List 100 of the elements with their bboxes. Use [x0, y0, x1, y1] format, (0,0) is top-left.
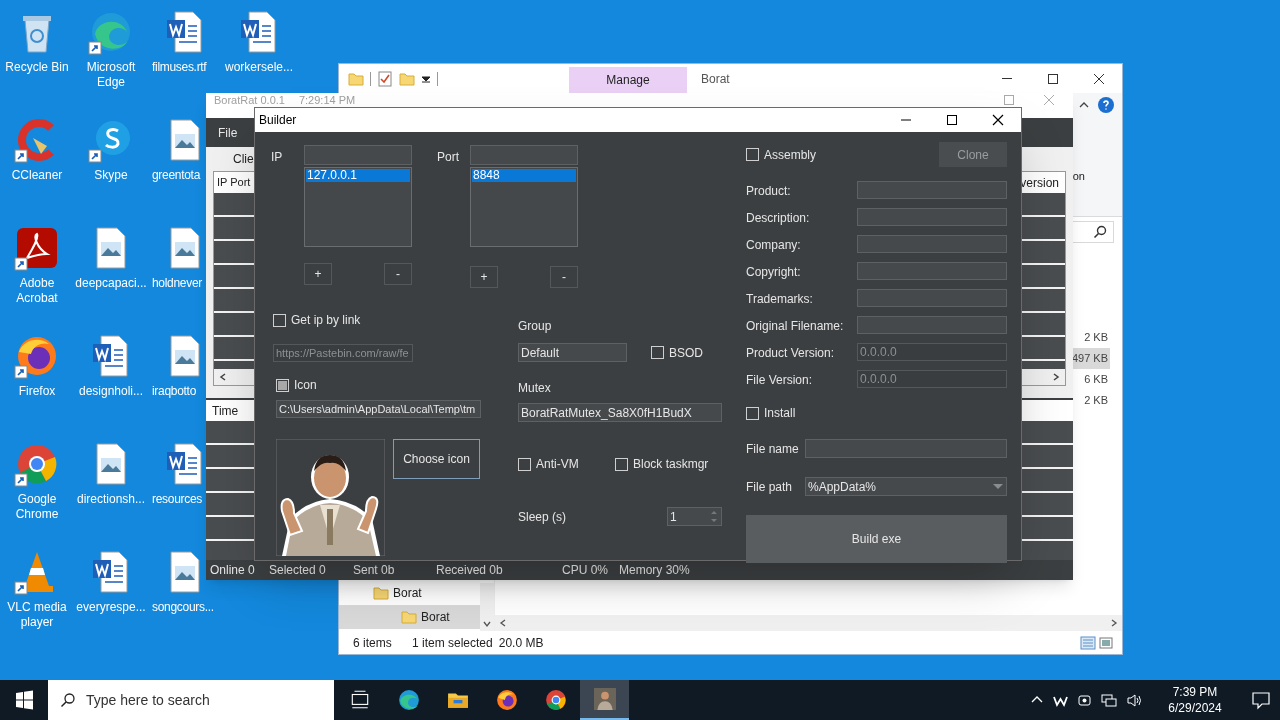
search-field[interactable]: Type here to search	[48, 680, 334, 720]
ribbon-tab[interactable]: Manage	[569, 67, 687, 93]
window-title: BoratRat 0.0.1	[214, 94, 285, 107]
scroll-right-icon[interactable]	[1051, 372, 1061, 382]
browser-icon	[495, 689, 518, 711]
status-text: Memory 30%	[619, 562, 691, 579]
checkbox[interactable]	[276, 378, 289, 392]
icon-label: Firefox	[18, 384, 56, 399]
dropdown-caret-icon[interactable]	[421, 73, 431, 84]
tab[interactable]: Clie	[233, 150, 254, 168]
text-field[interactable]	[857, 181, 1007, 199]
scroll-bar[interactable]	[495, 615, 1122, 631]
field-label: Port	[437, 149, 460, 166]
icon-label: filmuses.rtf	[152, 60, 207, 75]
scroll-left-icon[interactable]	[218, 372, 228, 382]
input-field[interactable]	[304, 145, 412, 165]
icon-label: Microsoft Edge	[85, 60, 137, 90]
button[interactable]: -	[550, 266, 578, 288]
checkbox[interactable]	[651, 346, 664, 359]
text-field[interactable]: C:\Users\admin\AppData\Local\Temp\tm	[276, 400, 481, 418]
notification-icon[interactable]	[1250, 689, 1272, 711]
field-label: Company:	[746, 237, 802, 254]
camera-icon[interactable]	[1077, 692, 1092, 708]
button[interactable]: -	[384, 263, 412, 285]
button[interactable]: +	[304, 263, 332, 285]
icon-label: VLC media player	[6, 600, 68, 630]
checkbox[interactable]	[615, 457, 628, 471]
status-text: Selected 0	[269, 562, 327, 579]
checkbox-label: Anti-VM	[536, 456, 579, 473]
clock[interactable]: 7:39 PM 6/29/2024	[1157, 684, 1233, 716]
list-item[interactable]: 127.0.0.1	[306, 169, 410, 182]
checkbox[interactable]	[518, 457, 531, 471]
status-text: 1 item selected	[412, 634, 493, 652]
scroll-bar[interactable]	[480, 583, 494, 631]
help-icon[interactable]	[1098, 97, 1114, 113]
dropdown[interactable]: %AppData%	[805, 477, 1007, 496]
tree-item[interactable]: Borat	[339, 605, 481, 629]
checkbox-label: Block taskmgr	[633, 456, 709, 473]
field-label: Group	[518, 318, 553, 335]
scroll-left-icon[interactable]	[498, 618, 508, 628]
checklist-icon[interactable]	[377, 70, 393, 87]
icon-label: songcours...	[152, 600, 214, 615]
text-field[interactable]	[805, 439, 1007, 458]
text-field[interactable]	[857, 235, 1007, 253]
input-field[interactable]	[470, 145, 578, 165]
menu-item[interactable]: File	[218, 123, 238, 142]
icon-label: iraqbotto	[152, 384, 196, 399]
text-field[interactable]	[857, 316, 1007, 334]
number-field[interactable]: 1	[667, 507, 722, 526]
scroll-right-icon[interactable]	[1109, 618, 1119, 628]
list-box[interactable]: 127.0.0.1	[304, 167, 412, 247]
window-time: 7:29:14 PM	[298, 94, 357, 107]
status-text: 20.0 MB	[498, 634, 545, 652]
field-label: IP	[271, 149, 284, 166]
checkbox[interactable]	[273, 313, 286, 327]
field-label: File Version:	[746, 372, 814, 389]
text-field[interactable]	[857, 208, 1007, 226]
icon-label: Google Chrome	[14, 492, 60, 522]
status-text: 6 items	[353, 634, 393, 652]
text-field[interactable]: Default	[518, 343, 627, 362]
column-header[interactable]: Time	[206, 401, 239, 420]
browser-icon	[544, 689, 567, 711]
network-icon[interactable]	[1101, 692, 1117, 708]
choose-icon-button[interactable]: Choose icon	[393, 439, 480, 479]
list-box[interactable]: 8848	[470, 167, 578, 247]
status-text: Received 0b	[436, 562, 504, 579]
field-label: File name	[746, 440, 800, 458]
checkbox[interactable]	[746, 406, 759, 420]
checkbox[interactable]	[746, 148, 759, 161]
status-text: Online 0	[210, 562, 256, 579]
text-field[interactable]	[857, 262, 1007, 280]
status-text: CPU 0%	[562, 562, 609, 579]
field-label: Copyright:	[746, 264, 802, 281]
browser-icon	[397, 689, 420, 711]
folder-icon	[401, 609, 417, 625]
caret-icon	[992, 482, 1004, 491]
button[interactable]: +	[470, 266, 498, 288]
icon-label: workersele...	[225, 60, 293, 75]
list-item[interactable]: 8848	[472, 169, 576, 182]
text-field[interactable]	[857, 289, 1007, 307]
person-icon	[593, 688, 616, 710]
icon-label: Skype	[94, 168, 128, 183]
speaker-icon[interactable]	[1126, 692, 1142, 708]
icon-label: designholi...	[78, 384, 143, 399]
field-label: Product:	[746, 183, 792, 200]
icon-label: everyrespe...	[76, 600, 146, 615]
ribbon-label[interactable]: on	[1072, 168, 1085, 185]
text-field[interactable]: BoratRatMutex_Sa8X0fH1BudX	[518, 403, 722, 422]
file-size: 2 KB	[1083, 330, 1109, 346]
checkbox-label: Icon	[294, 377, 317, 394]
icon-label: Adobe Acrobat	[15, 276, 59, 306]
field-label: Mutex	[518, 380, 552, 397]
checkbox-label: BSOD	[669, 344, 703, 362]
scroll-down-icon[interactable]	[482, 619, 492, 629]
column-header[interactable]: IP Port	[214, 174, 251, 191]
tree-item[interactable]: Borat	[339, 581, 481, 605]
file-size: 2 KB	[1083, 393, 1109, 409]
field-label: Sleep (s)	[518, 508, 567, 526]
checkbox-label: Get ip by link	[291, 312, 361, 329]
build-button[interactable]: Build exe	[746, 515, 1007, 563]
